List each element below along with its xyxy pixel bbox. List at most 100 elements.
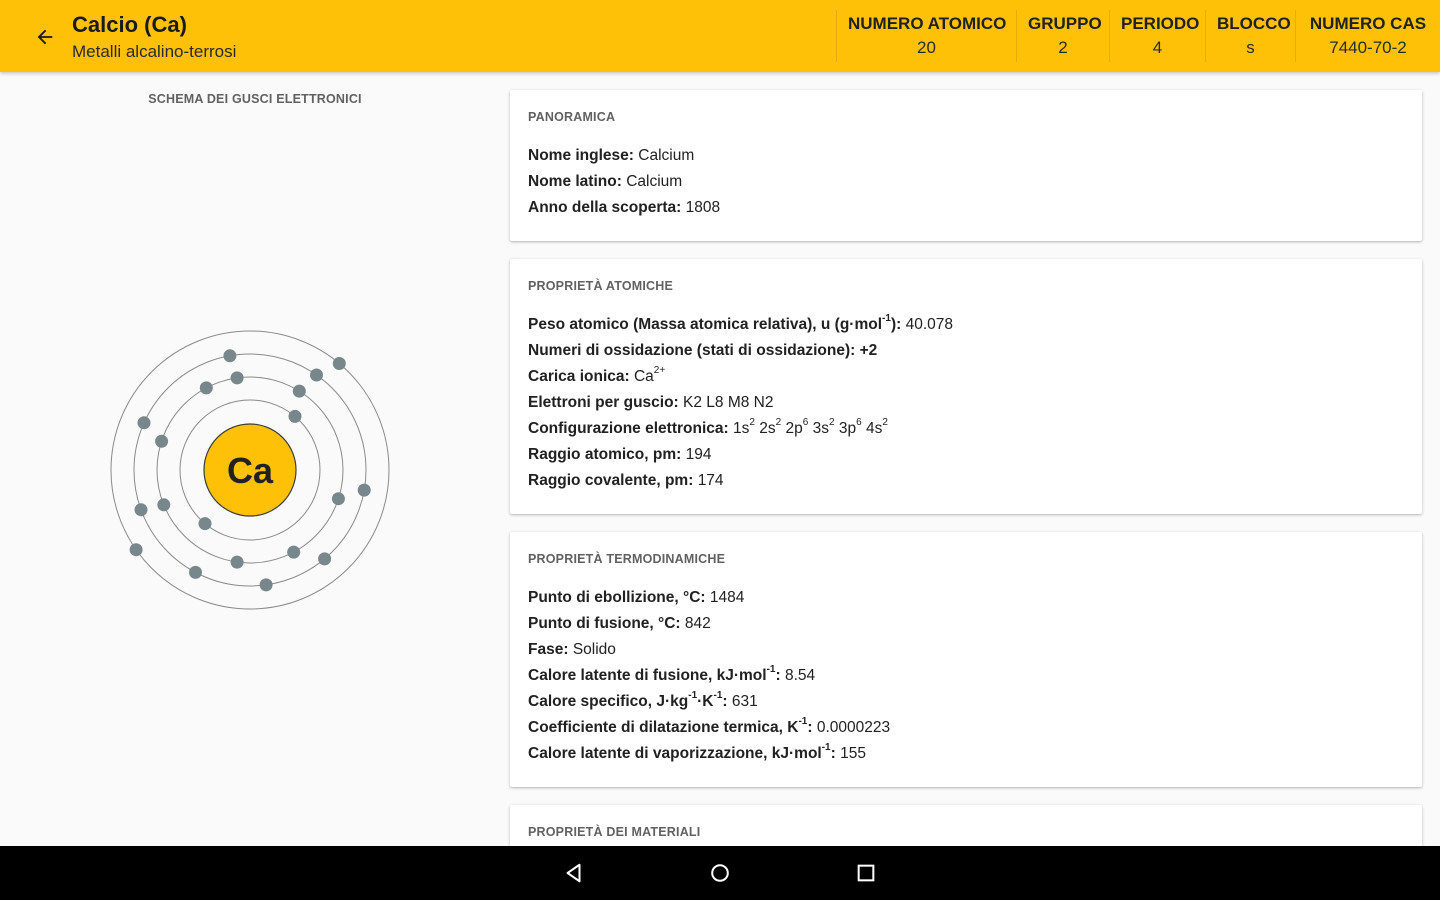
property-label: Punto di ebollizione, °C: (528, 589, 706, 606)
property-value: Ca (633, 368, 654, 385)
property-label: Configurazione elettronica: (528, 420, 729, 437)
superscript: -1 (882, 312, 891, 324)
property-value: 0.0000223 (816, 719, 891, 736)
electron (292, 384, 306, 398)
property-row: Raggio atomico, pm: 194 (528, 442, 1404, 468)
stat-value: 20 (917, 38, 936, 57)
property-label: Fase: (528, 641, 569, 658)
property-label: Punto di fusione, °C: (528, 615, 681, 632)
label-text: Coefficiente di dilatazione termica, K (528, 719, 799, 736)
property-label: Nome latino: (528, 173, 622, 190)
property-row: Anno della scoperta: 1808 (528, 195, 1404, 221)
property-label: Peso atomico (Massa atomica relativa), u… (528, 312, 902, 333)
property-value: 40.078 (905, 316, 953, 333)
electron (189, 565, 202, 579)
stat-label: NUMERO ATOMICO (848, 14, 1007, 33)
nav-home-button[interactable] (702, 855, 738, 891)
superscript: -1 (798, 715, 808, 727)
electron (155, 434, 169, 448)
stat-label: NUMERO CAS (1309, 14, 1427, 33)
nav-back-button[interactable] (556, 855, 592, 891)
page-subtitle: Metalli alcalino-terrosi (72, 42, 237, 61)
shell-diagram-heading: SCHEMA DEI GUSCI ELETTRONICI (148, 92, 362, 106)
property-value: 174 (697, 472, 724, 489)
electron (332, 357, 346, 370)
property-row: Coefficiente di dilatazione termica, K-1… (528, 715, 1404, 741)
property-row: Calore specifico, J·kg-1·K-1: 631 (528, 689, 1404, 715)
orbital: 2p (785, 420, 803, 437)
property-value: 155 (840, 745, 866, 762)
electron (288, 409, 302, 423)
property-value: 8.54 (784, 667, 816, 684)
card-title: PROPRIETÀ DEI MATERIALI (528, 825, 701, 839)
property-row: Fase: Solido (528, 637, 1404, 663)
page-title: Calcio (Ca) (72, 12, 187, 37)
title-block: Calcio (Ca) Metalli alcalino-terrosi (72, 11, 236, 64)
property-row: Raggio covalente, pm: 174 (528, 468, 1404, 494)
property-label: Elettroni per guscio: (528, 394, 679, 411)
property-row: Nome inglese: Calcium (528, 143, 1404, 169)
electron-shell-diagram: Ca (110, 330, 390, 610)
superscript: -1 (713, 689, 723, 701)
label-text: Calore specifico, J·kg (528, 693, 689, 710)
superscript: 2 (749, 416, 755, 428)
property-label: Carica ionica: (528, 368, 630, 385)
stat-value: 7440-70-2 (1329, 38, 1407, 57)
home-circle-icon (711, 864, 729, 882)
electron (137, 416, 151, 430)
superscript: -1 (688, 689, 698, 701)
property-value: 631 (731, 693, 758, 710)
config-term: 2p6 (785, 416, 809, 437)
property-row: Punto di ebollizione, °C: 1484 (528, 585, 1404, 611)
stat-atomic-number: NUMERO ATOMICO 20 (836, 10, 1016, 62)
property-value: 1484 (709, 589, 745, 606)
electron (230, 371, 244, 385)
back-button[interactable] (28, 20, 62, 54)
superscript: 6 (856, 416, 862, 428)
superscript: 6 (802, 416, 809, 428)
property-value: 1808 (685, 199, 721, 216)
thermodynamic-properties-card: PROPRIETÀ TERMODINAMICHE Punto di ebolli… (510, 532, 1422, 787)
atomic-properties-card: PROPRIETÀ ATOMICHE Peso atomico (Massa a… (510, 259, 1422, 514)
property-cards: PANORAMICA Nome inglese: Calcium Nome la… (510, 90, 1422, 893)
label-text: Calore latente di fusione, kJ·mol (528, 667, 767, 684)
property-value: Calcium (638, 147, 695, 164)
electron (310, 368, 323, 382)
electron (331, 492, 345, 506)
property-label: Calore latente di fusione, kJ·mol-1: (528, 663, 781, 684)
stat-block: BLOCCO s (1205, 10, 1295, 62)
property-row: Calore latente di fusione, kJ·mol-1: 8.5… (528, 663, 1404, 689)
property-label: Numeri di ossidazione (stati di ossidazi… (528, 342, 856, 359)
label-text: ): (890, 316, 902, 333)
property-row: Carica ionica: Ca2+ (528, 364, 1404, 390)
app-bar: Calcio (Ca) Metalli alcalino-terrosi NUM… (0, 0, 1440, 72)
property-label: Raggio covalente, pm: (528, 472, 694, 489)
property-label: Anno della scoperta: (528, 199, 682, 216)
stat-label: BLOCCO (1217, 14, 1291, 33)
superscript: -1 (821, 741, 831, 753)
superscript: 2+ (653, 364, 666, 376)
back-triangle-icon (566, 863, 581, 883)
stat-label: GRUPPO (1028, 14, 1102, 33)
property-label: Calore latente di vaporizzazione, kJ·mol… (528, 741, 836, 762)
property-row: Configurazione elettronica: 1s2 2s2 2p6 … (528, 416, 1404, 442)
recents-square-icon (857, 864, 875, 882)
property-value: +2 (859, 342, 878, 359)
system-navigation-bar (0, 846, 1440, 900)
stat-group: GRUPPO 2 (1016, 10, 1109, 62)
nav-recents-button[interactable] (848, 855, 884, 891)
electron (134, 503, 148, 517)
stat-period: PERIODO 4 (1109, 10, 1205, 62)
superscript: 2 (828, 416, 835, 428)
property-value: 194 (685, 446, 712, 463)
property-label: Nome inglese: (528, 147, 634, 164)
property-label: Calore specifico, J·kg-1·K-1: (528, 689, 728, 710)
card-title: PANORAMICA (528, 110, 616, 124)
electron (287, 545, 301, 559)
label-text: Calore latente di vaporizzazione, kJ·mol (528, 745, 822, 762)
stat-value: 2 (1058, 38, 1068, 57)
property-label: Raggio atomico, pm: (528, 446, 682, 463)
overview-card: PANORAMICA Nome inglese: Calcium Nome la… (510, 90, 1422, 241)
electron (129, 543, 143, 557)
property-label: Coefficiente di dilatazione termica, K-1… (528, 715, 813, 736)
